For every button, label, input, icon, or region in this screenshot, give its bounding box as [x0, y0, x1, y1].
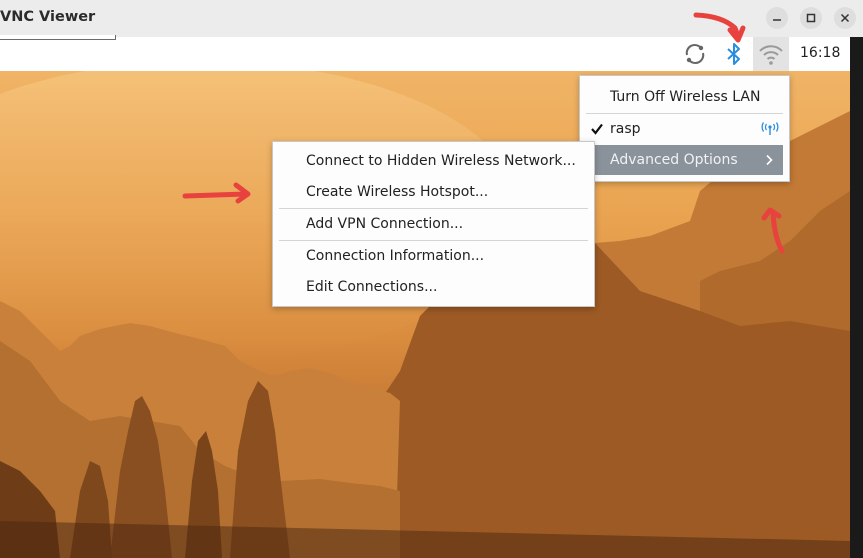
close-button[interactable]	[834, 7, 856, 29]
menu-item-label: rasp	[610, 121, 641, 137]
menu-item-label: Create Wireless Hotspot...	[306, 184, 489, 200]
minimize-icon	[773, 19, 781, 21]
menu-item-connection-information[interactable]: Connection Information...	[273, 241, 594, 271]
minimize-button[interactable]	[766, 7, 788, 29]
menu-item-add-vpn[interactable]: Add VPN Connection...	[273, 209, 594, 239]
window-titlebar: VNC Viewer	[0, 0, 863, 38]
window-title: VNC Viewer	[0, 9, 96, 25]
maximize-icon	[806, 13, 816, 23]
remote-taskbar: 16:18	[0, 35, 850, 71]
menu-item-label: Edit Connections...	[306, 279, 438, 295]
network-menu: Turn Off Wireless LAN rasp Advanced Opti…	[579, 75, 790, 182]
bluetooth-icon	[727, 43, 740, 65]
menu-item-network-rasp[interactable]: rasp	[580, 114, 789, 144]
wifi-button[interactable]	[753, 37, 789, 71]
menu-item-label: Turn Off Wireless LAN	[610, 89, 761, 105]
menu-item-edit-connections[interactable]: Edit Connections...	[273, 272, 594, 302]
close-icon	[840, 13, 850, 23]
advanced-options-submenu: Connect to Hidden Wireless Network... Cr…	[272, 141, 595, 307]
menu-item-create-hotspot[interactable]: Create Wireless Hotspot...	[273, 177, 594, 207]
bluetooth-button[interactable]	[724, 41, 744, 67]
chevron-right-icon	[766, 154, 773, 166]
menu-item-advanced-options[interactable]: Advanced Options	[586, 145, 783, 175]
menu-item-label: Add VPN Connection...	[306, 216, 464, 232]
checkmark-icon	[591, 123, 603, 135]
menu-item-label: Advanced Options	[610, 152, 738, 168]
sync-button[interactable]	[682, 41, 708, 67]
menu-item-label: Connect to Hidden Wireless Network...	[306, 153, 576, 169]
window-edge	[850, 37, 863, 558]
menu-item-turn-off-wlan[interactable]: Turn Off Wireless LAN	[580, 82, 789, 112]
taskbar-tab-fragment[interactable]	[0, 35, 116, 40]
clock[interactable]: 16:18	[800, 45, 840, 61]
maximize-button[interactable]	[800, 7, 822, 29]
menu-item-connect-hidden-network[interactable]: Connect to Hidden Wireless Network...	[273, 146, 594, 176]
wifi-icon	[759, 45, 783, 65]
wireless-signal-icon	[761, 122, 779, 135]
menu-item-label: Connection Information...	[306, 248, 485, 264]
sync-icon	[685, 44, 705, 64]
